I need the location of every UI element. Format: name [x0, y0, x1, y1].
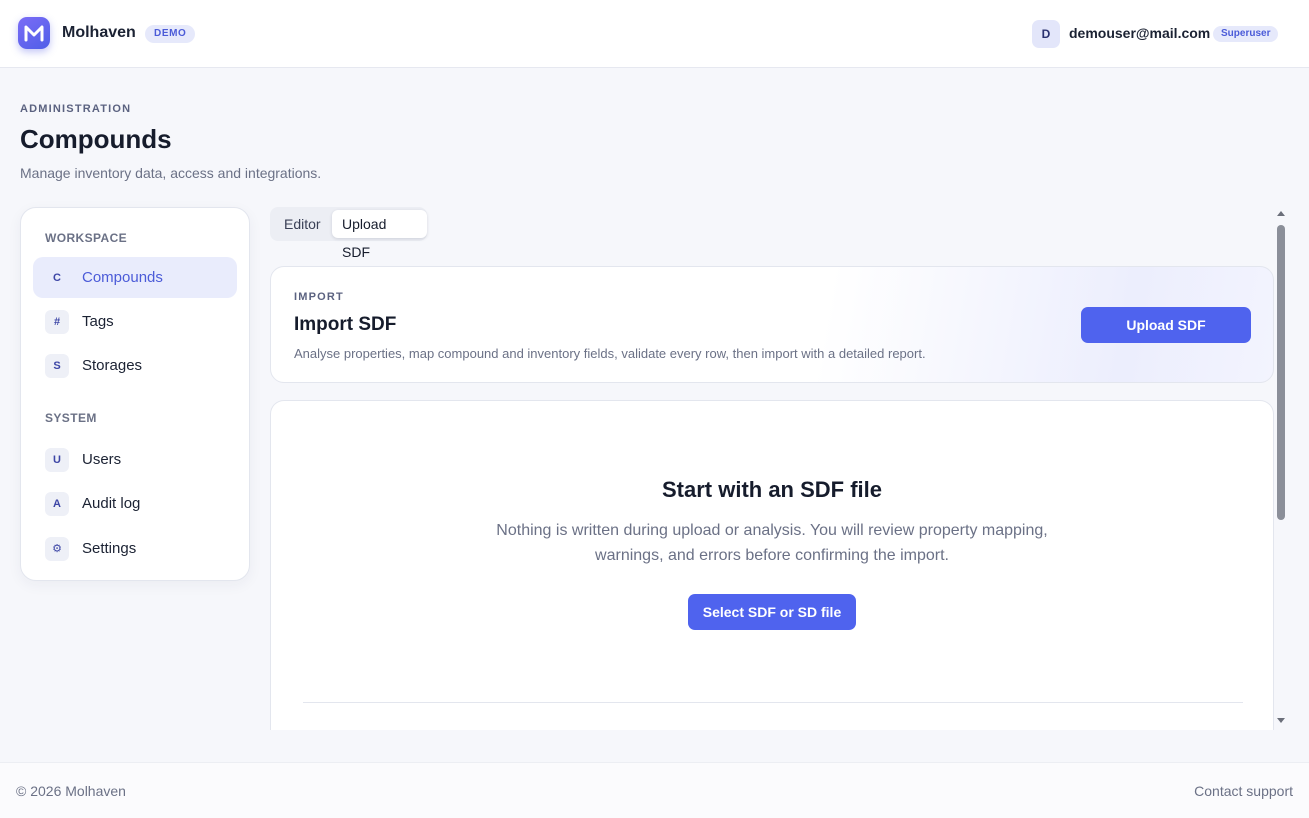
- scroll-thumb[interactable]: [1277, 225, 1285, 520]
- gear-icon: ⚙: [45, 537, 69, 561]
- audit-log-icon: A: [45, 492, 69, 516]
- dropzone-title: Start with an SDF file: [661, 477, 883, 502]
- admin-sidebar: WORKSPACE C Compounds # Tags S Storages …: [20, 207, 250, 581]
- import-card: IMPORT Import SDF Analyse properties, ma…: [270, 266, 1274, 383]
- import-eyebrow: IMPORT: [294, 291, 344, 303]
- page-subtitle: Manage inventory data, access and integr…: [20, 165, 322, 181]
- tab-upload-sdf[interactable]: Upload SDF: [332, 210, 427, 260]
- tab-bar: Editor Upload SDF: [270, 207, 427, 260]
- tags-icon: #: [45, 310, 69, 334]
- role-badge: Superuser: [1213, 26, 1279, 42]
- sidebar-section-system: SYSTEM: [45, 411, 97, 425]
- sidebar-item-compounds[interactable]: C Compounds: [33, 257, 237, 298]
- sidebar-section-workspace: WORKSPACE: [45, 231, 128, 245]
- copyright: © 2026 Molhaven: [16, 783, 126, 799]
- page-eyebrow: ADMINISTRATION: [20, 103, 132, 115]
- scroll-up-arrow-icon[interactable]: [1277, 211, 1285, 216]
- sidebar-item-label: Compounds: [82, 269, 163, 286]
- scroll-down-arrow-icon[interactable]: [1277, 718, 1285, 723]
- storages-icon: S: [45, 354, 69, 378]
- contact-support-link[interactable]: Contact support: [1194, 783, 1293, 799]
- page-footer: © 2026 Molhaven Contact support: [0, 762, 1309, 818]
- sidebar-item-users[interactable]: U Users: [33, 439, 237, 480]
- users-icon: U: [45, 448, 69, 472]
- top-bar: Molhaven DEMO D demouser@mail.com Superu…: [0, 0, 1309, 68]
- page-title: Compounds: [20, 124, 172, 154]
- divider: [303, 702, 1243, 703]
- tab-editor[interactable]: Editor: [274, 210, 331, 238]
- select-file-button[interactable]: Select SDF or SD file: [688, 594, 856, 630]
- sidebar-item-label: Tags: [82, 313, 114, 330]
- compounds-icon: C: [53, 272, 61, 284]
- sidebar-item-settings[interactable]: ⚙ Settings: [33, 528, 237, 569]
- brand-name[interactable]: Molhaven: [62, 24, 136, 42]
- sidebar-item-tags[interactable]: # Tags: [33, 301, 237, 342]
- content-scrollbar[interactable]: [1274, 207, 1288, 730]
- user-avatar[interactable]: D: [1032, 20, 1060, 48]
- dropzone-description: Nothing is written during upload or anal…: [496, 522, 1048, 564]
- sidebar-item-label: Users: [82, 451, 122, 468]
- import-title: Import SDF: [294, 314, 397, 335]
- sidebar-item-audit-log[interactable]: A Audit log: [33, 483, 237, 524]
- sidebar-item-storages[interactable]: S Storages: [33, 345, 237, 386]
- user-email[interactable]: demouser@mail.com: [1069, 25, 1210, 41]
- demo-badge: DEMO: [145, 25, 196, 43]
- import-description: Analyse properties, map compound and inv…: [294, 346, 926, 361]
- molhaven-logo-icon[interactable]: [18, 17, 50, 49]
- upload-sdf-button[interactable]: Upload SDF: [1081, 307, 1251, 343]
- sidebar-item-label: Settings: [82, 540, 137, 557]
- sidebar-item-label: Audit log: [82, 495, 141, 512]
- sdf-dropzone[interactable]: Start with an SDF file Nothing is writte…: [270, 400, 1274, 730]
- sidebar-item-label: Storages: [82, 357, 143, 374]
